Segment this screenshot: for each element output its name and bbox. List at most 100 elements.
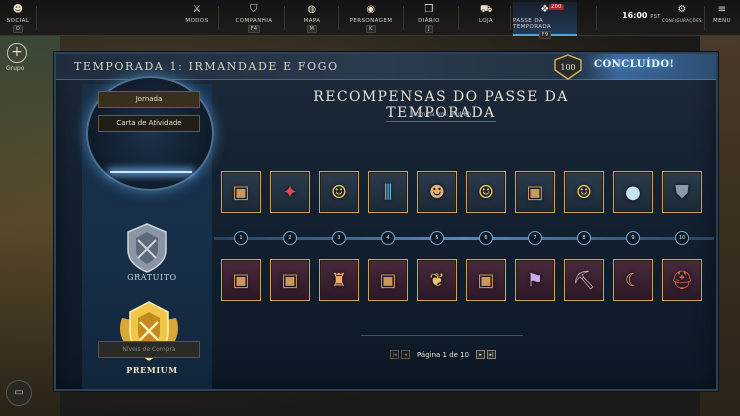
nav-social-key: O	[12, 25, 24, 33]
nav-store[interactable]: ⛟ LOJA	[470, 2, 502, 36]
next-page-button[interactable]: ▸	[476, 350, 486, 359]
emote-icon: ☺	[477, 181, 495, 203]
clock-zone: PST	[650, 14, 661, 20]
nav-map[interactable]: ◍ MAPA M	[296, 2, 328, 36]
free-reward-slot[interactable]: ⫼	[368, 171, 408, 213]
clock-time: 16:00	[622, 11, 648, 20]
page-indicator: Página 1 de 10	[417, 350, 470, 359]
prev-page-button[interactable]: ◂	[401, 350, 410, 359]
add-group-button[interactable]: +	[7, 43, 27, 63]
premium-reward-slot[interactable]: ▣	[221, 259, 261, 301]
divider	[510, 6, 511, 30]
chest-icon: ▣	[526, 181, 544, 203]
pose-icon: ♜	[330, 269, 348, 291]
buy-levels-button[interactable]: Níveis de Compra	[98, 341, 200, 358]
nav-season-pass[interactable]: ❖ 200 PASSE DA TEMPORADA F9	[513, 2, 577, 39]
nav-menu-label: MENU	[713, 18, 731, 24]
pager-divider	[361, 335, 523, 336]
pagination: |◂ ◂ Página 1 de 10 ▸ ▸|	[390, 350, 497, 359]
premium-reward-slot[interactable]: ⛏	[564, 259, 604, 301]
nav-key: F4	[247, 25, 261, 33]
nav-modes[interactable]: ⚔ MODOS	[180, 2, 214, 36]
premium-reward-slot[interactable]: ❦	[417, 259, 457, 301]
nav-label: MODOS	[185, 18, 209, 24]
season-title: TEMPORADA 1: IRMANDADE E FOGO	[74, 60, 339, 73]
divider	[458, 6, 459, 30]
premium-reward-slot[interactable]: ⛑	[662, 259, 702, 301]
premium-reward-slot[interactable]: ▣	[466, 259, 506, 301]
season-ends-timer: Termina em: 94d 8h	[410, 111, 472, 118]
level-node: 8	[577, 231, 591, 245]
last-page-button[interactable]: ▸|	[487, 350, 497, 359]
armor-icon: ⛊	[675, 181, 689, 203]
free-reward-slot[interactable]: ▣	[515, 171, 555, 213]
free-reward-slot[interactable]: ▣	[221, 171, 261, 213]
free-track-label: GRATUITO	[127, 273, 177, 282]
divider	[218, 6, 219, 30]
nav-company[interactable]: ⛉ COMPANHIA F4	[232, 2, 276, 36]
divider	[704, 6, 705, 30]
divider	[596, 6, 597, 30]
nav-label: PERSONAGEM	[349, 18, 393, 24]
nav-label: COMPANHIA	[235, 18, 273, 24]
cart-icon: ⛟	[480, 4, 493, 15]
premium-reward-slot[interactable]: ☾	[613, 259, 653, 301]
level-node: 3	[332, 231, 346, 245]
level-node: 1	[234, 231, 248, 245]
group-label: Grupo	[6, 65, 25, 72]
pickaxe-icon: ⛏	[572, 269, 596, 291]
nav-settings[interactable]: ⚙ CONFIGURAÇÕES	[662, 2, 702, 36]
nav-menu[interactable]: ≡ MENU	[708, 2, 736, 36]
nav-key: K	[366, 25, 376, 33]
season-pass-badge: 200	[549, 4, 564, 10]
premium-reward-slot[interactable]: ⚑	[515, 259, 555, 301]
premium-reward-slot[interactable]: ♜	[319, 259, 359, 301]
top-navigation-bar: ☻ SOCIAL O ⚔ MODOS ⛉ COMPANHIA F4 ◍ MAPA…	[0, 0, 740, 39]
menu-icon: ≡	[717, 4, 727, 15]
free-reward-slot[interactable]: ●	[613, 171, 653, 213]
chest-icon: ▣	[281, 269, 299, 291]
clock: 16:00 PST	[622, 11, 660, 20]
nav-journal[interactable]: ❒ DIÁRIO J	[412, 2, 446, 36]
nav-social[interactable]: ☻ SOCIAL O	[4, 2, 32, 36]
completion-status: CONCLUÍDO!	[594, 59, 675, 70]
first-page-button[interactable]: |◂	[390, 350, 399, 359]
helmet-icon: ⛑	[670, 269, 694, 291]
swords-icon: ⚔	[192, 4, 202, 15]
premium-reward-slot[interactable]: ▣	[368, 259, 408, 301]
level-node: 10	[675, 231, 689, 245]
chest-icon: ▣	[232, 269, 250, 291]
emote-icon: ☺	[575, 181, 593, 203]
shield-icon: ⛉	[250, 4, 258, 15]
orbs-icon: ●	[625, 181, 641, 203]
level-node: 7	[528, 231, 542, 245]
gems-icon: ✦	[282, 181, 298, 203]
gear-icon: ⚙	[677, 4, 687, 15]
title-divider	[386, 121, 496, 122]
free-reward-slot[interactable]: ☺	[319, 171, 359, 213]
tab-activity-card[interactable]: Carta de Atividade	[98, 115, 200, 132]
vials-icon: ⫼	[383, 181, 393, 203]
chat-icon: ▭	[14, 387, 24, 398]
sickle-icon: ☾	[624, 269, 642, 291]
background-scene-left	[0, 36, 60, 416]
free-reward-slot[interactable]: ☻	[417, 171, 457, 213]
nav-key: F9	[538, 31, 552, 39]
nav-character[interactable]: ◉ PERSONAGEM K	[346, 2, 396, 36]
seeds-icon: ❦	[429, 269, 445, 291]
nav-label: LOJA	[478, 18, 494, 24]
nav-key: M	[306, 25, 318, 33]
free-reward-slot[interactable]: ⛊	[662, 171, 702, 213]
divider	[403, 6, 404, 30]
nav-label: MAPA	[303, 18, 321, 24]
chat-button[interactable]: ▭	[6, 380, 32, 406]
banner-icon: ⚑	[526, 269, 544, 291]
free-reward-slot[interactable]: ✦	[270, 171, 310, 213]
chest-icon: ▣	[232, 181, 250, 203]
tab-journey[interactable]: Jornada	[98, 91, 200, 108]
book-icon: ❒	[424, 4, 434, 15]
premium-reward-slot[interactable]: ▣	[270, 259, 310, 301]
nav-key: J	[425, 25, 433, 33]
free-reward-slot[interactable]: ☺	[564, 171, 604, 213]
free-reward-slot[interactable]: ☺	[466, 171, 506, 213]
